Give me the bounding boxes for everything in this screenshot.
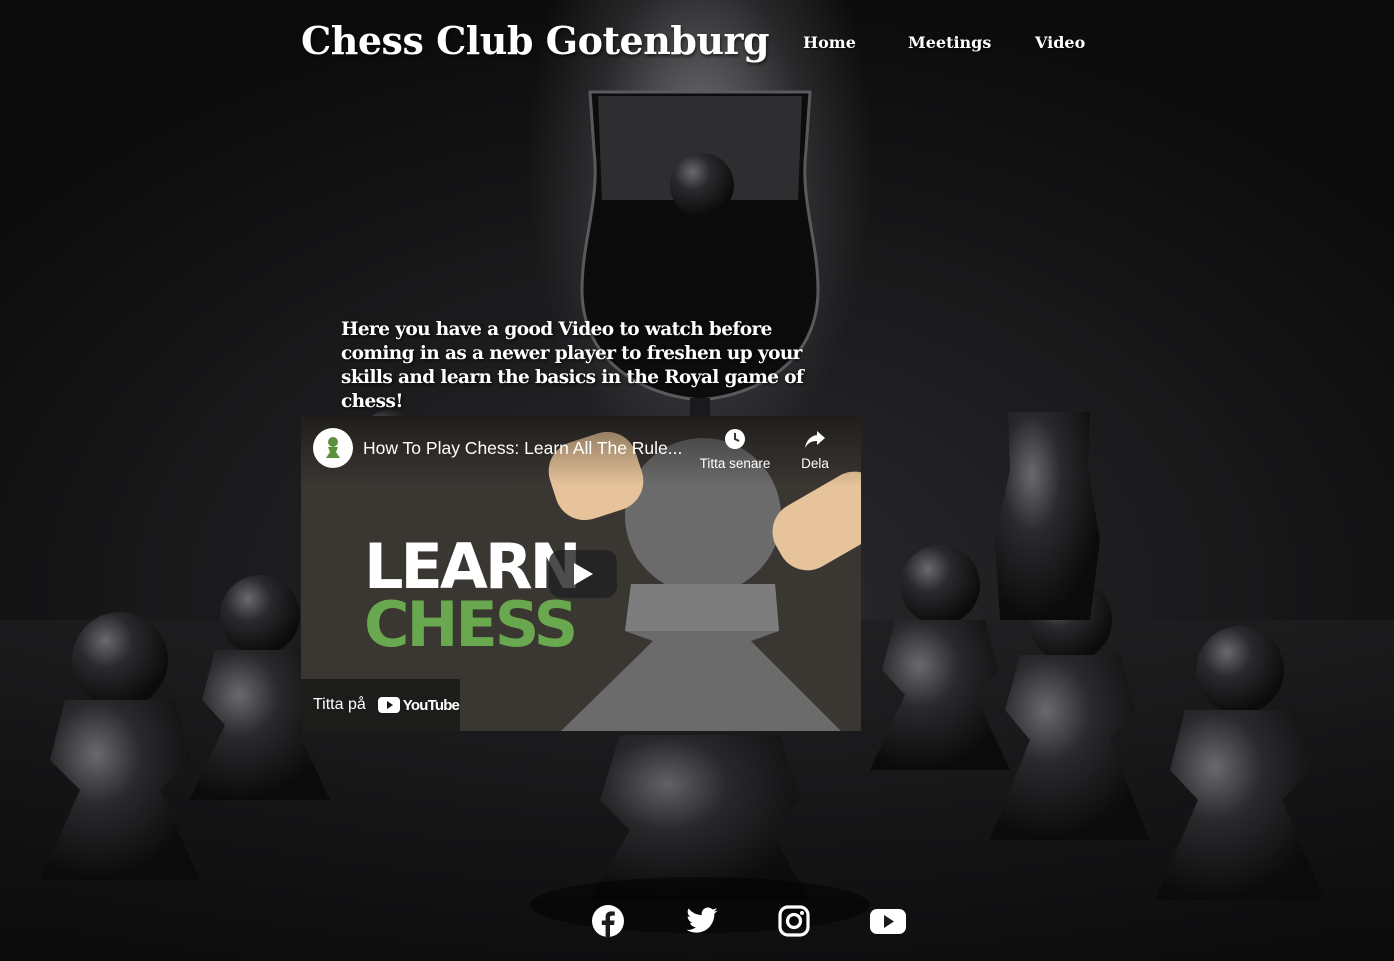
- nav-meetings-link[interactable]: Meetings: [908, 33, 991, 52]
- share-button[interactable]: Dela: [793, 428, 837, 471]
- clock-icon: [725, 429, 745, 449]
- youtube-icon: [870, 909, 906, 934]
- nav-home-link[interactable]: Home: [803, 33, 856, 52]
- chess-pawn-icon: [326, 437, 340, 458]
- thumbnail-text-chess: CHESS: [364, 588, 575, 661]
- channel-avatar[interactable]: [313, 428, 353, 468]
- watch-on-youtube-button[interactable]: Titta på YouTube: [301, 679, 460, 731]
- facebook-icon: [592, 905, 624, 938]
- twitter-link[interactable]: [685, 904, 719, 938]
- twitter-icon: [686, 907, 718, 933]
- site-title[interactable]: Chess Club Gotenburg: [301, 18, 770, 63]
- play-button[interactable]: [549, 550, 617, 598]
- video-title[interactable]: How To Play Chess: Learn All The Rule...: [363, 438, 682, 459]
- youtube-play-icon: [377, 697, 400, 713]
- facebook-link[interactable]: [591, 904, 625, 938]
- instagram-icon: [778, 905, 810, 937]
- youtube-logo: YouTube: [377, 696, 460, 714]
- nav-video-link[interactable]: Video: [1035, 33, 1085, 52]
- youtube-link[interactable]: [870, 904, 906, 938]
- intro-text: Here you have a good Video to watch befo…: [341, 319, 804, 412]
- share-arrow-icon: [805, 431, 825, 448]
- play-icon: [574, 563, 593, 585]
- watch-on-label: Titta på: [313, 696, 366, 713]
- youtube-video-embed[interactable]: LEARN CHESS How To Play Chess: Learn All…: [301, 416, 861, 731]
- watch-later-button[interactable]: Titta senare: [695, 428, 775, 471]
- share-label: Dela: [801, 456, 829, 471]
- youtube-logo-text: YouTube: [402, 696, 460, 714]
- instagram-link[interactable]: [777, 904, 811, 938]
- watch-later-label: Titta senare: [699, 456, 771, 471]
